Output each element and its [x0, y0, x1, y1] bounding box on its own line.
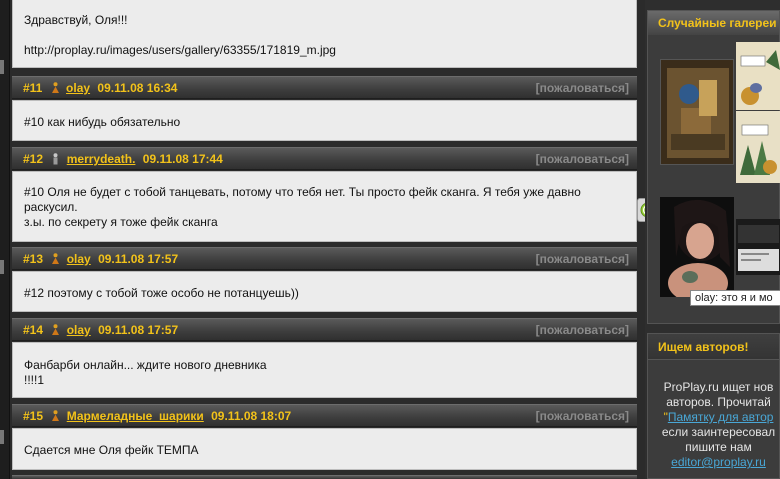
gallery-thumbnail[interactable]: [736, 42, 780, 110]
post-number[interactable]: #15: [23, 409, 43, 423]
left-edge-strip: [0, 0, 10, 479]
recruit-line: "Памятку для автор: [648, 410, 780, 425]
post-date: 09.11.08 16:34: [97, 81, 178, 95]
post-header-16: [12, 475, 637, 479]
gallery-thumbnail[interactable]: [660, 197, 734, 297]
post-body-13: #12 поэтому с тобой тоже особо не потанц…: [12, 271, 637, 312]
image-tooltip: olay: это я и мо: [690, 290, 780, 306]
post-date: 09.11.08 17:57: [98, 323, 179, 337]
post-header-13: #13 olay 09.11.08 17:57 [пожаловаться]: [12, 247, 637, 270]
recruit-line: editor@proplay.ru: [648, 455, 780, 470]
gallery-thumbnail[interactable]: [660, 59, 734, 165]
edge-marker: [0, 430, 4, 444]
post-number[interactable]: #12: [23, 152, 43, 166]
post-header-12: #12 merrydeath. 09.11.08 17:44 [пожалова…: [12, 147, 637, 170]
female-icon: [51, 250, 60, 264]
gallery-comic-image: [736, 111, 780, 183]
post-text-line: Здравствуй, Оля!!!: [24, 13, 128, 27]
edge-marker: [0, 260, 4, 274]
female-icon: [51, 79, 60, 93]
post-date: 09.11.08 17:44: [142, 152, 223, 166]
random-galleries-panel: Случайные галереи: [647, 10, 780, 324]
report-link[interactable]: [пожаловаться]: [536, 405, 629, 427]
post-body-14: Фанбарби онлайн... ждите нового дневника…: [12, 342, 637, 398]
female-icon: [51, 321, 60, 335]
gallery-thumbnail[interactable]: [736, 219, 780, 275]
seeking-authors-panel: Ищем авторов! ProPlay.ru ищет нов авторо…: [647, 333, 780, 479]
post-text-line: #10 Оля не будет с тобой танцевать, пото…: [24, 185, 581, 199]
recruit-line: если заинтересовал: [661, 425, 776, 439]
recruit-line: пишите нам: [685, 440, 752, 454]
right-sidebar: Случайные галереи olay: это я и мо Ищем …: [645, 0, 780, 479]
post-author-link[interactable]: olay: [67, 323, 91, 337]
post-date: 09.11.08 17:57: [98, 252, 179, 266]
post-text-line: #10 как нибудь обязательно: [24, 115, 181, 129]
post-text-line: Сдается мне Оля фейк ТЕМПА: [24, 443, 199, 457]
post-body-12: #10 Оля не будет с тобой танцевать, пото…: [12, 171, 637, 242]
report-link[interactable]: [пожаловаться]: [536, 148, 629, 170]
post-header-15: #15 Мармеладные_шарики 09.11.08 18:07 [п…: [12, 404, 637, 427]
gallery-comic-image: [736, 42, 780, 110]
post-number[interactable]: #13: [23, 252, 43, 266]
female-icon: [51, 407, 60, 421]
post-header-11: #11 olay 09.11.08 16:34 [пожаловаться]: [12, 76, 637, 99]
post-author-link[interactable]: merrydeath.: [67, 152, 136, 166]
post-text-line: #12 поэтому с тобой тоже особо не потанц…: [24, 286, 299, 300]
seeking-authors-text: ProPlay.ru ищет нов авторов. Прочитай "П…: [648, 380, 780, 470]
gallery-photo-image: [660, 197, 734, 297]
male-icon: [51, 150, 60, 165]
recruit-line: авторов. Прочитай: [666, 395, 771, 409]
post-text-line: Фанбарби онлайн... ждите нового дневника: [24, 358, 267, 372]
post-number[interactable]: #14: [23, 323, 43, 337]
post-text-line: раскусил.: [24, 200, 78, 214]
edge-marker: [0, 60, 4, 74]
post-body-10: Здравствуй, Оля!!! http://proplay.ru/ima…: [12, 0, 637, 68]
post-author-link[interactable]: Мармеладные_шарики: [67, 409, 204, 423]
report-link[interactable]: [пожаловаться]: [536, 77, 629, 99]
editor-email-link[interactable]: editor@proplay.ru: [671, 455, 766, 469]
post-text-line: !!!!1: [24, 373, 45, 387]
post-author-link[interactable]: olay: [66, 81, 90, 95]
gallery-thumbnail[interactable]: [736, 111, 780, 183]
post-date: 09.11.08 18:07: [211, 409, 292, 423]
post-body-11: #10 как нибудь обязательно: [12, 100, 637, 141]
seeking-authors-title: Ищем авторов!: [648, 334, 779, 360]
post-text-line: http://proplay.ru/images/users/gallery/6…: [24, 43, 336, 57]
post-text-line: [24, 28, 625, 43]
recruit-line: ProPlay.ru ищет нов: [663, 380, 774, 394]
random-galleries-title: Случайные галереи: [648, 11, 779, 35]
gallery-artwork-image: [661, 60, 733, 164]
report-link[interactable]: [пожаловаться]: [536, 319, 629, 341]
comments-column: Здравствуй, Оля!!! http://proplay.ru/ima…: [0, 0, 645, 479]
author-memo-link[interactable]: Памятку для автор: [668, 410, 774, 424]
gallery-screenshot-image: [736, 219, 780, 275]
report-link[interactable]: [пожаловаться]: [536, 248, 629, 270]
post-body-15: Сдается мне Оля фейк ТЕМПА: [12, 428, 637, 470]
post-number[interactable]: #11: [23, 81, 42, 95]
post-header-14: #14 olay 09.11.08 17:57 [пожаловаться]: [12, 318, 637, 341]
post-author-link[interactable]: olay: [67, 252, 91, 266]
post-text-line: з.ы. по секрету я тоже фейк сканга: [24, 215, 218, 229]
